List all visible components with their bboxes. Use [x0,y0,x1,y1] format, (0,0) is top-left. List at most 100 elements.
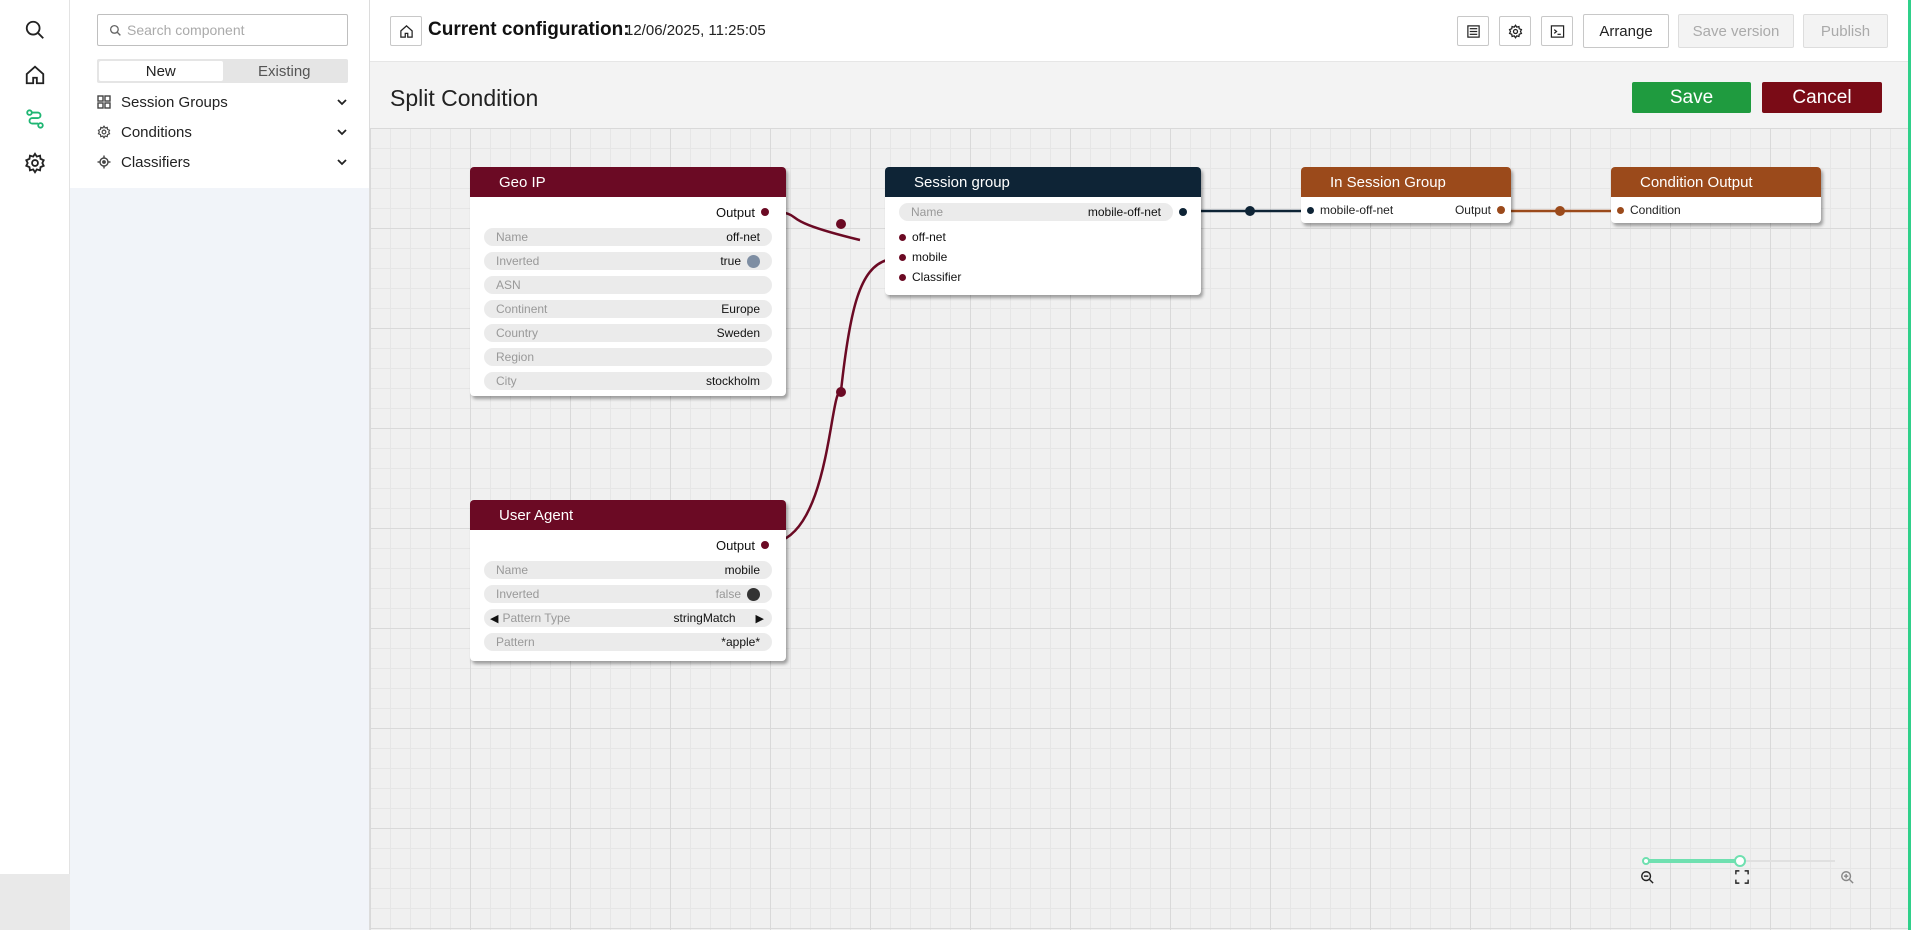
zoom-slider-thumb[interactable] [1734,855,1746,867]
fit-view-button[interactable] [1735,870,1749,889]
chevron-down-icon [336,126,348,138]
prop-name[interactable]: Name mobile-off-net [899,203,1173,221]
flow-nav-button[interactable] [19,103,51,135]
prop-value: mobile-off-net [1087,205,1161,219]
node-body: mobile-off-net Output [1301,197,1511,223]
zoom-track-fill [1645,859,1740,863]
category-classifiers[interactable]: Classifiers [97,147,348,177]
search-nav-button[interactable] [19,14,51,46]
home-button[interactable] [390,16,422,46]
node-condition-output[interactable]: Condition Output Condition [1611,167,1821,223]
node-in-session-group[interactable]: In Session Group mobile-off-net Output [1301,167,1511,223]
output-label: Output [1454,203,1491,217]
node-title: Condition Output [1611,167,1821,197]
node-output: Output [484,202,772,222]
prop-region[interactable]: Region [484,348,772,366]
prop-inverted[interactable]: Inverted true [484,252,772,270]
next-option-arrow-icon[interactable]: ▶ [756,612,764,625]
component-search-input[interactable] [127,19,342,41]
inverted-toggle[interactable] [747,254,760,268]
node-title: In Session Group [1301,167,1511,197]
input-port[interactable] [899,273,906,281]
zoom-out-icon [1641,871,1654,884]
flow-canvas[interactable]: Geo IP Output Name off-net Inverted true A… [370,128,1908,930]
output-port[interactable] [761,208,769,216]
output-port[interactable] [761,541,769,549]
component-panel-top: New Existing Session Groups Conditions [70,0,369,188]
prop-value: true [720,254,741,268]
node-output: Output [484,535,772,555]
list-view-button[interactable] [1457,16,1489,46]
prop-pattern[interactable]: Pattern *apple* [484,633,772,651]
input-mobile: mobile [899,247,1187,267]
category-session-groups[interactable]: Session Groups [97,87,348,117]
connection-handle[interactable] [1245,206,1255,216]
tab-new[interactable]: New [99,61,223,81]
home-icon [25,65,45,85]
save-button[interactable]: Save [1632,82,1751,113]
zoom-control [1640,850,1854,890]
node-user-agent[interactable]: User Agent Output Name mobile Inverted fal… [470,500,786,661]
home-nav-button[interactable] [19,59,51,91]
prop-country[interactable]: Country Sweden [484,324,772,342]
gear-icon [1508,23,1522,39]
input-port[interactable] [1307,206,1314,214]
save-version-button[interactable]: Save version [1678,14,1794,48]
prop-inverted[interactable]: Inverted false [484,585,772,603]
prop-continent[interactable]: Continent Europe [484,300,772,318]
rail-footer [0,874,70,930]
prop-asn[interactable]: ASN [484,276,772,294]
output-port[interactable] [1179,208,1187,216]
search-icon [25,20,44,39]
app-root: New Existing Session Groups Conditions [0,0,1911,930]
node-body: Output Name off-net Inverted true ASN Cont… [470,197,786,398]
output-port[interactable] [1497,206,1505,214]
publish-button[interactable]: Publish [1803,14,1888,48]
input-port[interactable] [899,253,906,261]
prop-key: Region [496,350,535,364]
settings-button[interactable] [1499,16,1531,46]
connection-handle[interactable] [1555,206,1565,216]
zoom-in-icon [1841,871,1854,884]
zoom-in-button[interactable] [1840,870,1854,889]
component-search [97,14,348,46]
terminal-button[interactable] [1541,16,1573,46]
prop-value: Sweden [716,326,760,340]
category-conditions[interactable]: Conditions [97,117,348,147]
input-port[interactable] [1617,206,1624,214]
input-label: off-net [912,230,946,244]
prop-key: Name [496,230,529,244]
editor-title: Split Condition [390,85,539,111]
arrange-button[interactable]: Arrange [1583,14,1669,48]
prop-pattern-type[interactable]: ◀ Pattern Type stringMatch ▶ [484,609,772,627]
connection-handle[interactable] [836,219,846,229]
settings-nav-button[interactable] [19,147,51,179]
connection-useragent-sessiongroup[interactable] [776,258,888,544]
node-session-group[interactable]: Session group Name mobile-off-net off-net… [885,167,1201,295]
zoom-out-button[interactable] [1640,870,1654,889]
previous-option-arrow-icon[interactable]: ◀ [490,612,498,625]
cancel-button[interactable]: Cancel [1762,82,1882,113]
prop-value: *apple* [721,635,760,649]
prop-value: off-net [726,230,760,244]
prop-name[interactable]: Name mobile [484,561,772,579]
nav-rail [0,0,70,930]
node-title: Geo IP [470,167,786,197]
connection-handle[interactable] [836,387,846,397]
chevron-down-icon [336,96,348,108]
category-label: Classifiers [121,153,191,171]
input-port[interactable] [899,233,906,241]
prop-name[interactable]: Name off-net [484,228,772,246]
prop-value: stockholm [705,374,760,388]
tab-existing[interactable]: Existing [223,61,347,81]
node-geo-ip[interactable]: Geo IP Output Name off-net Inverted true A… [470,167,786,396]
editor-header: Split Condition Save Cancel [370,62,1908,128]
search-icon [109,24,121,36]
input-label: Classifier [912,270,962,284]
input-classifier: Classifier [899,267,1187,287]
prop-city[interactable]: City stockholm [484,372,772,390]
inverted-toggle[interactable] [747,587,760,601]
category-label: Session Groups [121,93,228,111]
top-bar: Current configuration: 12/06/2025, 11:25… [370,0,1911,62]
fullscreen-icon [1735,870,1749,884]
